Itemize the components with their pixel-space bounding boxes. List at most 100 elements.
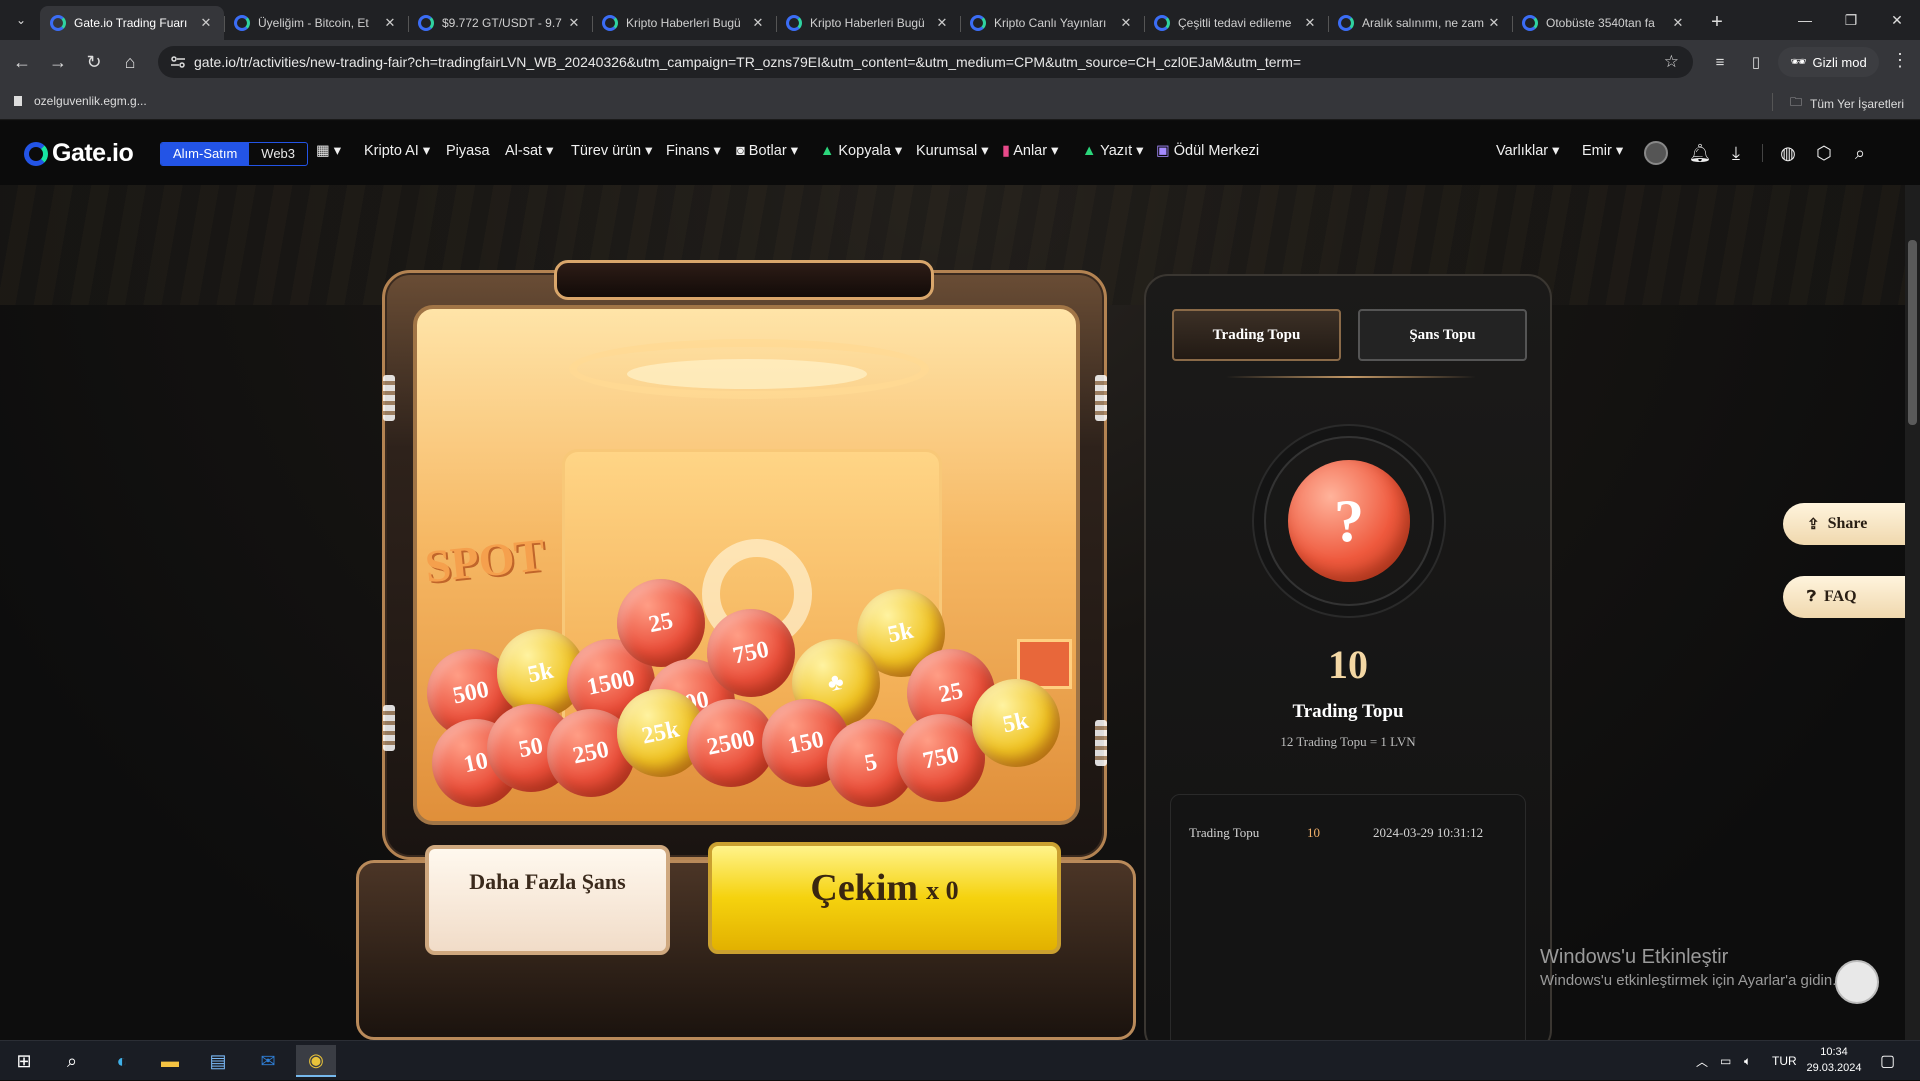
site-header: Gate.io Alım-Satım Web3 ▦ ▾ Kripto AI ▾ … bbox=[0, 121, 1920, 185]
mode-trading[interactable]: Alım-Satım bbox=[161, 143, 250, 165]
menu-odul-merkezi[interactable]: ▣ Ödül Merkezi bbox=[1156, 143, 1259, 159]
history-list[interactable]: Trading Topu 10 2024-03-29 10:31:12 bbox=[1170, 794, 1526, 1064]
grid-icon: ▦ bbox=[316, 143, 330, 159]
tab-favicon-icon bbox=[1338, 15, 1354, 31]
search-icon[interactable]: ⌕ bbox=[1848, 141, 1872, 165]
back-button[interactable]: ← bbox=[4, 44, 40, 80]
settings-icon[interactable]: ⬡ bbox=[1812, 141, 1836, 165]
forward-button[interactable]: → bbox=[40, 44, 76, 80]
mode-web3[interactable]: Web3 bbox=[249, 143, 307, 165]
menu-emir[interactable]: Emir ▾ bbox=[1582, 143, 1623, 159]
share-button[interactable]: ⇪ Share bbox=[1783, 503, 1905, 545]
tab-favicon-icon bbox=[234, 15, 250, 31]
bookmark-star-icon[interactable]: ☆ bbox=[1664, 52, 1679, 72]
close-tab-icon[interactable]: ✕ bbox=[382, 15, 398, 31]
bookmark-favicon-icon bbox=[14, 96, 22, 106]
draw-count: x 0 bbox=[926, 876, 959, 905]
menu-anlar[interactable]: ▮ Anlar ▾ bbox=[1002, 143, 1058, 159]
bell-icon[interactable]: 🔔︎ bbox=[1688, 141, 1712, 165]
history-time: 2024-03-29 10:31:12 bbox=[1373, 825, 1484, 840]
network-icon[interactable]: ▭ bbox=[1720, 1041, 1731, 1081]
minimize-button[interactable]: — bbox=[1782, 0, 1828, 40]
help-icon: ❓︎ bbox=[1807, 589, 1817, 605]
menu-botlar[interactable]: ◙ Botlar ▾ bbox=[736, 143, 798, 159]
tab-search-button[interactable]: ⌄ bbox=[6, 5, 36, 35]
menu-varliklar[interactable]: Varlıklar ▾ bbox=[1496, 143, 1559, 159]
close-window-button[interactable]: ✕ bbox=[1874, 0, 1920, 40]
browser-menu-icon[interactable]: ⋮ bbox=[1890, 50, 1910, 74]
new-tab-button[interactable]: + bbox=[1702, 7, 1732, 37]
tab[interactable]: Üyeliğim - Bitcoin, Et ✕ bbox=[224, 6, 408, 40]
menu-yazit[interactable]: ▲ Yazıt ▾ bbox=[1082, 143, 1143, 159]
reload-button[interactable]: ↻ bbox=[76, 44, 112, 80]
close-tab-icon[interactable]: ✕ bbox=[1486, 15, 1502, 31]
flame-icon: ▲ bbox=[820, 143, 835, 159]
draw-button[interactable]: Çekim x 0 bbox=[708, 842, 1061, 954]
restore-button[interactable]: ❐ bbox=[1828, 0, 1874, 40]
tab-sans-topu[interactable]: Şans Topu bbox=[1358, 309, 1527, 361]
chat-support-button[interactable] bbox=[1835, 960, 1879, 1004]
apps-grid-menu[interactable]: ▦ ▾ bbox=[316, 143, 341, 159]
tab[interactable]: Çeşitli tedavi edileme ✕ bbox=[1144, 6, 1328, 40]
tab-favicon-icon bbox=[418, 15, 434, 31]
tab-bar: ⌄ Gate.io Trading Fuarı ✕ Üyeliğim - Bitc… bbox=[0, 0, 1920, 40]
notifications-icon[interactable]: ▢ bbox=[1880, 1041, 1895, 1081]
file-explorer-icon[interactable]: ▬ bbox=[150, 1045, 190, 1077]
volume-icon[interactable]: 🔈︎ bbox=[1744, 1041, 1751, 1081]
site-info-icon[interactable] bbox=[170, 54, 186, 70]
home-button[interactable]: ⌂ bbox=[112, 44, 148, 80]
close-tab-icon[interactable]: ✕ bbox=[1302, 15, 1318, 31]
close-tab-icon[interactable]: ✕ bbox=[934, 15, 950, 31]
menu-turev-urun[interactable]: Türev ürün ▾ bbox=[571, 143, 652, 159]
close-tab-icon[interactable]: ✕ bbox=[1670, 15, 1686, 31]
bookmark-item[interactable]: ozelguvenlik.egm.g... bbox=[14, 94, 147, 108]
activation-watermark-title: Windows'u Etkinleştir bbox=[1540, 946, 1729, 968]
tray-chevron-icon[interactable]: ︿ bbox=[1696, 1041, 1708, 1081]
tab[interactable]: Gate.io Trading Fuarı ✕ bbox=[40, 6, 224, 40]
tab-trading-topu[interactable]: Trading Topu bbox=[1172, 309, 1341, 361]
menu-finans[interactable]: Finans ▾ bbox=[666, 143, 721, 159]
side-panel-icon[interactable]: ▯ bbox=[1744, 50, 1768, 74]
globe-icon[interactable]: ◍ bbox=[1776, 141, 1800, 165]
outlook-icon[interactable]: ✉ bbox=[248, 1045, 288, 1077]
menu-piyasa[interactable]: Piyasa bbox=[446, 143, 490, 159]
tab-favicon-icon bbox=[50, 15, 66, 31]
language-indicator[interactable]: TUR bbox=[1772, 1041, 1797, 1081]
close-tab-icon[interactable]: ✕ bbox=[566, 15, 582, 31]
edge-icon[interactable]: ◐ bbox=[102, 1045, 142, 1077]
incognito-badge[interactable]: 🕶 Gizli mod bbox=[1778, 47, 1879, 77]
clock[interactable]: 10:34 29.03.2024 bbox=[1806, 1044, 1862, 1076]
close-tab-icon[interactable]: ✕ bbox=[750, 15, 766, 31]
tab[interactable]: Aralık salınımı, ne zam ✕ bbox=[1328, 6, 1512, 40]
avatar[interactable] bbox=[1644, 141, 1668, 165]
download-icon[interactable]: ⤓ bbox=[1724, 141, 1748, 165]
faq-button[interactable]: ❓︎ FAQ bbox=[1783, 576, 1905, 618]
tab-favicon-icon bbox=[602, 15, 618, 31]
more-chance-button[interactable]: Daha Fazla Şans bbox=[425, 845, 670, 955]
tab[interactable]: Otobüste 3540tan fa ✕ bbox=[1512, 6, 1696, 40]
tab[interactable]: Kripto Haberleri Bugü ✕ bbox=[776, 6, 960, 40]
close-tab-icon[interactable]: ✕ bbox=[198, 15, 214, 31]
media-controls-icon[interactable]: ≡ bbox=[1708, 50, 1732, 74]
tab[interactable]: Kripto Canlı Yayınları ✕ bbox=[960, 6, 1144, 40]
scrollbar-thumb[interactable] bbox=[1908, 240, 1917, 425]
menu-al-sat[interactable]: Al-sat ▾ bbox=[505, 143, 553, 159]
activation-watermark-text: Windows'u etkinleştirmek için Ayarlar'a … bbox=[1540, 972, 1837, 989]
menu-kopyala[interactable]: ▲ Kopyala ▾ bbox=[820, 143, 902, 159]
close-tab-icon[interactable]: ✕ bbox=[1118, 15, 1134, 31]
menu-kripto-ai[interactable]: Kripto AI ▾ bbox=[364, 143, 430, 159]
prize-ball: 750 bbox=[707, 609, 795, 697]
search-icon[interactable]: ⌕ bbox=[52, 1045, 92, 1077]
windows-start-icon[interactable]: ⊞ bbox=[4, 1045, 44, 1077]
incognito-icon: 🕶 bbox=[1790, 54, 1807, 69]
all-bookmarks-button[interactable]: 🗀 Tüm Yer İşaretleri bbox=[1790, 93, 1904, 114]
menu-kurumsal[interactable]: Kurumsal ▾ bbox=[916, 143, 989, 159]
tab-favicon-icon bbox=[786, 15, 802, 31]
store-icon[interactable]: ▤ bbox=[198, 1045, 238, 1077]
gate-logo[interactable]: Gate.io bbox=[24, 139, 134, 168]
history-type: Trading Topu bbox=[1189, 825, 1260, 840]
tab[interactable]: Kripto Haberleri Bugü ✕ bbox=[592, 6, 776, 40]
chrome-icon[interactable]: ◉ bbox=[296, 1045, 336, 1077]
tab[interactable]: $9.772 GT/USDT - 9.7 ✕ bbox=[408, 6, 592, 40]
address-bar[interactable]: gate.io/tr/activities/new-trading-fair?c… bbox=[158, 46, 1693, 78]
